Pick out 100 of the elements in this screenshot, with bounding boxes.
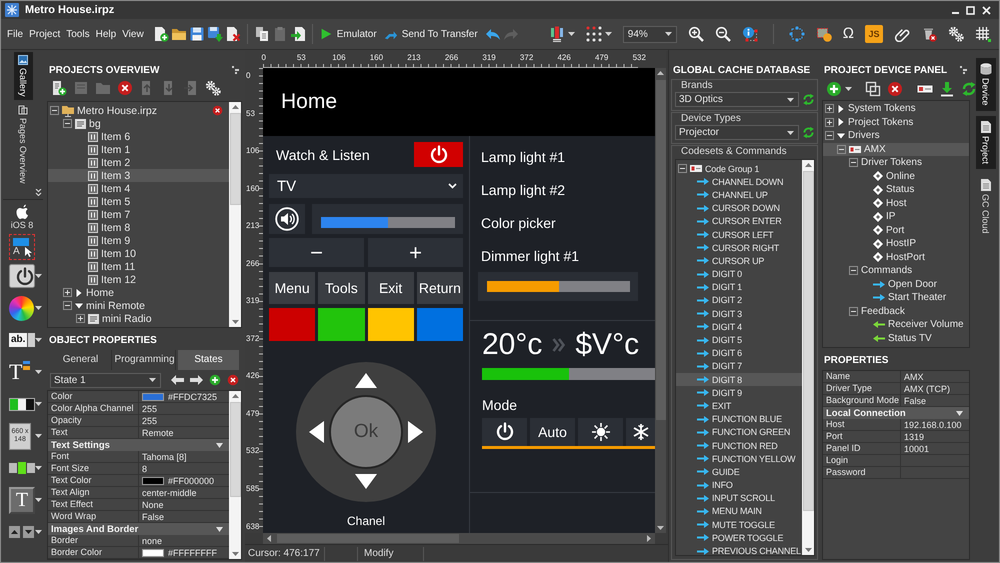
align-icon[interactable] bbox=[548, 26, 565, 42]
caret-down-icon[interactable] bbox=[232, 320, 238, 324]
caret-down-icon[interactable] bbox=[804, 548, 812, 552]
arrow-right-icon[interactable] bbox=[190, 375, 203, 385]
side-tab[interactable]: Project bbox=[976, 116, 996, 169]
close-icon[interactable] bbox=[982, 6, 991, 14]
arrow-up-icon[interactable] bbox=[355, 373, 377, 388]
text-format-tool-button[interactable]: T bbox=[9, 361, 30, 384]
tree-item[interactable]: Item 7 bbox=[48, 208, 229, 221]
toggle-tool-icon[interactable] bbox=[9, 398, 35, 411]
scroll-thumb[interactable] bbox=[277, 534, 459, 543]
import-icon[interactable] bbox=[290, 26, 306, 42]
new-page-icon[interactable] bbox=[51, 80, 67, 96]
tree-item[interactable]: IP bbox=[823, 210, 969, 224]
text-field-tool-button[interactable]: ab. bbox=[9, 333, 35, 348]
trash-icon[interactable] bbox=[921, 26, 937, 42]
side-tab[interactable]: Gallery bbox=[14, 52, 32, 100]
color-key-button[interactable] bbox=[269, 308, 316, 341]
tree-item[interactable]: Driver Tokens bbox=[823, 156, 969, 170]
tree-item[interactable]: FUNCTION RED bbox=[676, 438, 802, 452]
tree-item[interactable]: MENU MAIN bbox=[676, 504, 802, 518]
tree-item[interactable]: Drivers bbox=[823, 129, 969, 142]
caret-icon[interactable] bbox=[35, 530, 42, 534]
expand-box-icon[interactable] bbox=[825, 118, 834, 127]
delete-icon[interactable] bbox=[117, 80, 133, 96]
caret-right-icon[interactable] bbox=[647, 535, 651, 542]
tab[interactable]: General bbox=[50, 350, 112, 370]
tree-item[interactable]: POWER TOGGLE bbox=[676, 531, 802, 544]
add-icon[interactable] bbox=[209, 374, 221, 386]
tree-item[interactable]: INFO bbox=[676, 478, 802, 492]
tree-item[interactable]: mini Remote bbox=[48, 299, 229, 312]
side-tab[interactable]: Pages Overview bbox=[14, 102, 32, 186]
tree-item[interactable]: DIGIT 5 bbox=[676, 333, 802, 347]
maximize-icon[interactable] bbox=[966, 6, 975, 14]
tree-item[interactable]: CURSOR UP bbox=[676, 254, 802, 268]
tree-item[interactable]: DIGIT 4 bbox=[676, 320, 802, 334]
tree-item[interactable]: Online bbox=[823, 170, 969, 183]
scrollbar[interactable] bbox=[802, 160, 814, 555]
scrollbar[interactable] bbox=[229, 391, 241, 559]
volume-slider[interactable] bbox=[321, 216, 455, 228]
tree-item[interactable]: DIGIT 0 bbox=[676, 268, 802, 281]
tree-item[interactable]: Open Door bbox=[823, 278, 969, 291]
caret-up-icon[interactable] bbox=[657, 71, 664, 75]
auto-size-icon[interactable] bbox=[816, 26, 832, 42]
power-button[interactable] bbox=[414, 142, 463, 167]
source-select[interactable]: TV bbox=[269, 174, 463, 198]
symbol-button[interactable]: Ω bbox=[842, 25, 854, 43]
expand-box-icon[interactable] bbox=[76, 314, 85, 323]
caret-icon[interactable] bbox=[35, 434, 42, 438]
menu-item[interactable]: File bbox=[7, 28, 24, 40]
expand-box-icon[interactable] bbox=[825, 104, 834, 114]
transfer-button[interactable]: Send To Transfer bbox=[384, 23, 478, 45]
property-section[interactable]: Text Settings bbox=[48, 439, 229, 451]
collapse-box-icon[interactable] bbox=[849, 306, 858, 316]
tree-item[interactable]: Item 1 bbox=[48, 143, 229, 156]
key-button[interactable]: Menu bbox=[269, 272, 316, 304]
arrow-right-icon[interactable] bbox=[408, 421, 423, 443]
tree-item[interactable]: GUIDE bbox=[676, 465, 802, 478]
property-section[interactable]: Local Connection bbox=[823, 407, 969, 419]
tree-item[interactable]: HostIP bbox=[823, 237, 969, 250]
tree-item[interactable]: HostPort bbox=[823, 250, 969, 264]
collapse-box-icon[interactable] bbox=[678, 164, 687, 174]
caret-icon[interactable] bbox=[568, 32, 575, 36]
color-key-button[interactable] bbox=[318, 308, 364, 341]
tree-item[interactable]: EXIT bbox=[676, 399, 802, 413]
tree-item[interactable]: Port bbox=[823, 224, 969, 237]
tree-item[interactable]: CURSOR LEFT bbox=[676, 228, 802, 242]
device-type-select[interactable]: Projector bbox=[675, 125, 799, 140]
select-tool-button[interactable]: A bbox=[9, 234, 35, 260]
caret-down-icon[interactable] bbox=[657, 526, 664, 530]
link-icon[interactable] bbox=[894, 26, 910, 42]
menu-item[interactable]: Help bbox=[96, 28, 116, 40]
tree-item[interactable]: Item 3 bbox=[48, 169, 229, 182]
tree-item[interactable]: CHANNEL UP bbox=[676, 188, 802, 202]
delete-icon[interactable] bbox=[227, 374, 239, 386]
tree-item[interactable]: Item 12 bbox=[48, 273, 229, 286]
tree-item[interactable]: FUNCTION YELLOW bbox=[676, 452, 802, 466]
caret-icon[interactable] bbox=[35, 498, 42, 502]
collapse-box-icon[interactable] bbox=[849, 158, 858, 168]
tree-item[interactable]: Start Theater bbox=[823, 291, 969, 304]
tree-item[interactable]: Item 5 bbox=[48, 195, 229, 208]
refresh-icon[interactable] bbox=[802, 93, 815, 106]
tree-item[interactable]: FUNCTION BLUE bbox=[676, 412, 802, 426]
expand-box-icon[interactable] bbox=[63, 288, 72, 297]
refresh-icon[interactable] bbox=[802, 126, 815, 139]
caret-up-icon[interactable] bbox=[804, 163, 812, 167]
color-key-button[interactable] bbox=[416, 308, 463, 341]
arrow-left-icon[interactable] bbox=[171, 375, 184, 385]
tree-item[interactable]: MUTE TOGGLE bbox=[676, 518, 802, 532]
side-tab[interactable]: Device bbox=[976, 58, 996, 111]
caret-down-icon[interactable] bbox=[232, 552, 238, 556]
key-button[interactable]: Tools bbox=[318, 272, 364, 304]
tree-item[interactable]: DIGIT 9 bbox=[676, 386, 802, 400]
tree-item[interactable]: CHANNEL DOWN bbox=[676, 175, 802, 188]
tree-item[interactable]: Status bbox=[823, 183, 969, 196]
zoom-out-icon[interactable] bbox=[714, 26, 731, 42]
collapse-box-icon[interactable] bbox=[837, 144, 846, 154]
download-icon[interactable] bbox=[939, 81, 955, 97]
tree-item[interactable]: PREVIOUS CHANNEL bbox=[676, 544, 802, 555]
tree-item[interactable]: Status TV bbox=[823, 332, 969, 345]
